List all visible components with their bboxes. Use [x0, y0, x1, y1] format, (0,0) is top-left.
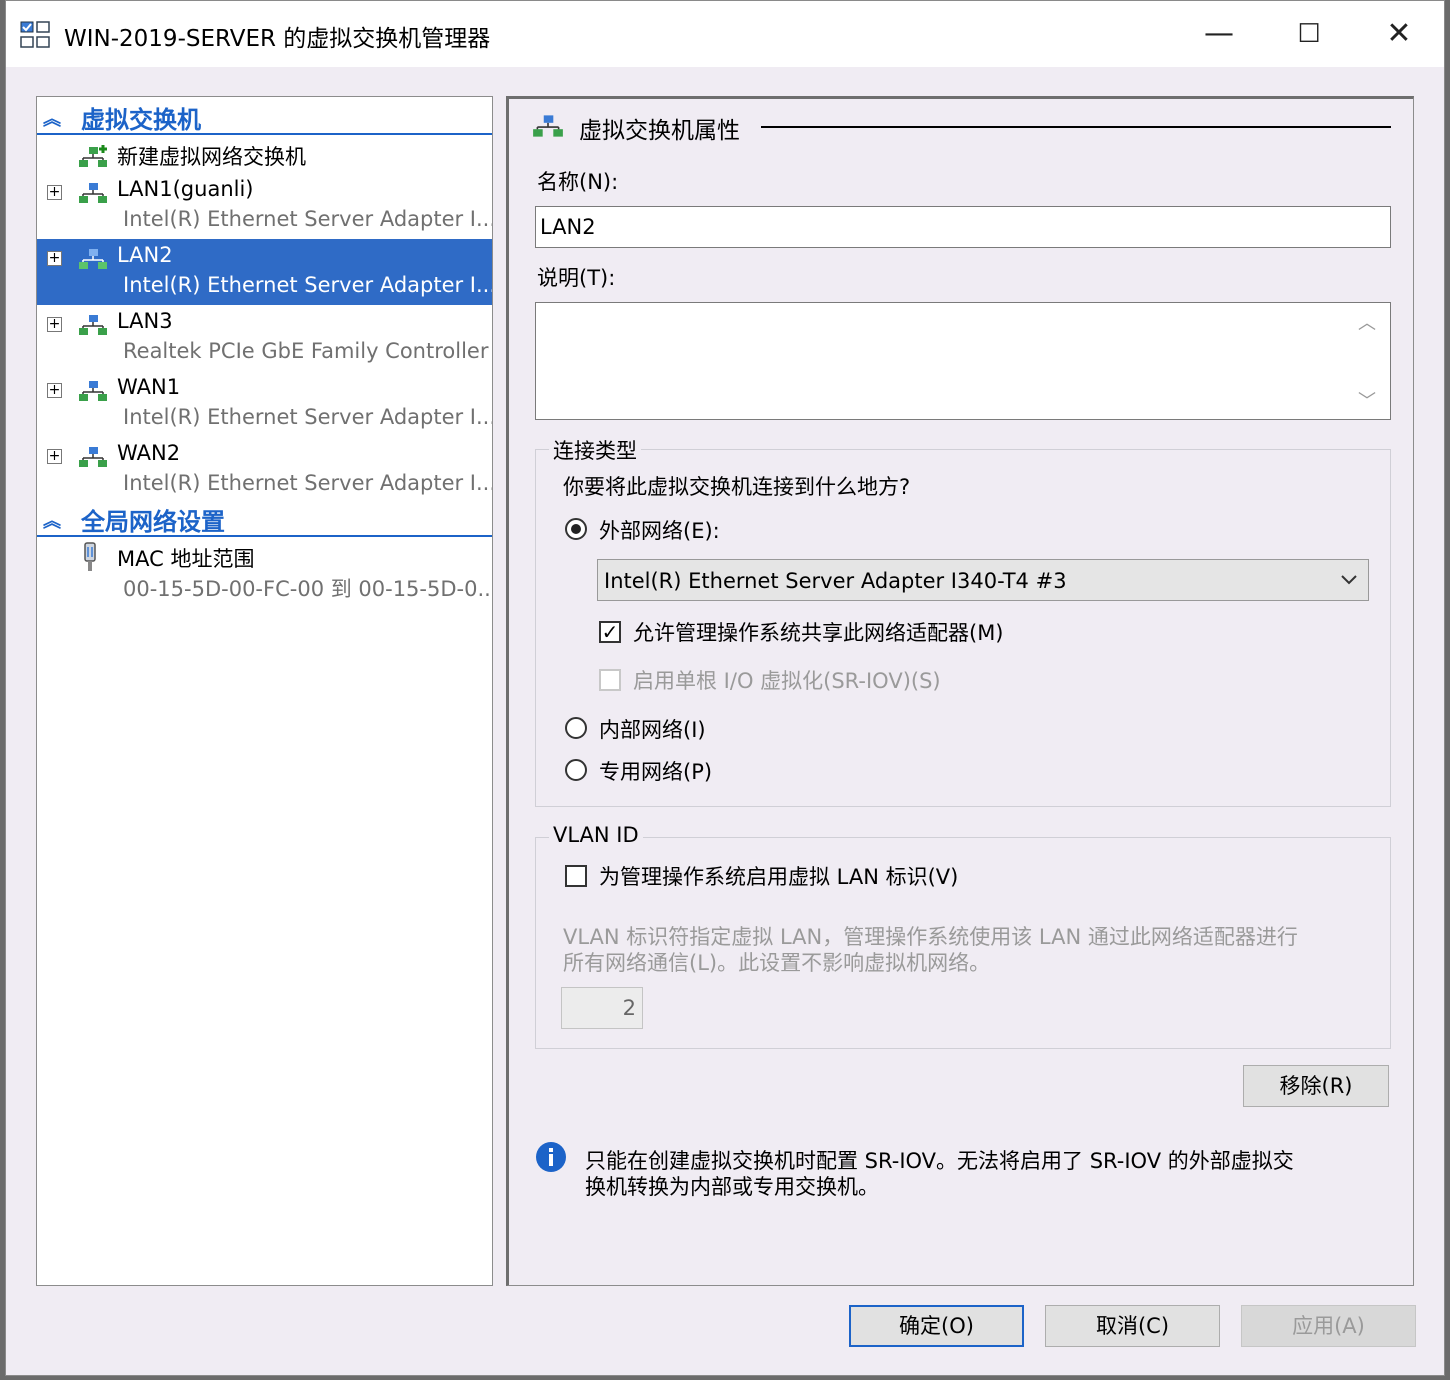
info-icon	[536, 1142, 566, 1172]
maximize-button[interactable]: ☐	[1264, 1, 1354, 67]
new-switch-icon	[79, 145, 107, 167]
scroll-up-icon[interactable]: ︿	[1358, 309, 1376, 335]
switch-tree[interactable]: ︽ 虚拟交换机 新建虚拟网络交换机 + LAN1(guanli) Intel(R…	[36, 96, 493, 1286]
mac-range-node[interactable]: MAC 地址范围 00-15-5D-00-FC-00 到 00-15-5D-0.…	[37, 539, 492, 605]
section-global-network[interactable]: ︽ 全局网络设置	[37, 501, 492, 537]
name-label: 名称(N):	[537, 170, 619, 194]
window-title: WIN-2019-SERVER 的虚拟交换机管理器	[64, 26, 491, 52]
scroll-down-icon[interactable]: ﹀	[1358, 387, 1376, 413]
switch-node-lan1[interactable]: + LAN1(guanli) Intel(R) Ethernet Server …	[37, 173, 492, 239]
adapter-select[interactable]: Intel(R) Ethernet Server Adapter I340-T4…	[597, 559, 1369, 601]
minimize-button[interactable]: —	[1174, 1, 1264, 67]
ok-button[interactable]: 确定(O)	[849, 1305, 1024, 1347]
switch-manager-icon	[20, 21, 50, 48]
external-network-label: 外部网络(E):	[599, 519, 720, 543]
description-label: 说明(T):	[537, 266, 616, 290]
expand-icon[interactable]: +	[47, 383, 62, 398]
vlan-id-field[interactable]: 2	[561, 987, 643, 1029]
sriov-checkbox[interactable]	[599, 669, 621, 691]
cancel-button[interactable]: 取消(C)	[1045, 1305, 1220, 1347]
info-text-line2: 换机转换为内部或专用交换机。	[585, 1175, 879, 1199]
switch-node-lan3[interactable]: + LAN3 Realtek PCIe GbE Family Controlle…	[37, 305, 492, 371]
apply-button[interactable]: 应用(A)	[1241, 1305, 1416, 1347]
chevron-down-icon	[1341, 575, 1357, 585]
allow-mgmt-checkbox[interactable]: ✓	[599, 621, 621, 643]
network-switch-icon	[79, 183, 107, 203]
connection-question: 你要将此虚拟交换机连接到什么地方?	[563, 475, 911, 499]
network-switch-icon	[79, 315, 107, 335]
new-switch-item[interactable]: 新建虚拟网络交换机	[37, 137, 492, 171]
vlan-title: VLAN ID	[549, 823, 643, 847]
network-switch-icon	[79, 381, 107, 401]
private-network-radio[interactable]	[565, 759, 587, 781]
vlan-enable-label: 为管理操作系统启用虚拟 LAN 标识(V)	[599, 865, 959, 889]
external-network-radio[interactable]	[565, 518, 587, 540]
description-field[interactable]: ︿ ﹀	[535, 302, 1391, 420]
remove-button[interactable]: 移除(R)	[1243, 1065, 1389, 1107]
dialog-window: WIN-2019-SERVER 的虚拟交换机管理器 — ☐ ✕ ︽ 虚拟交换机 …	[5, 0, 1445, 1376]
properties-panel: 虚拟交换机属性 名称(N): LAN2 说明(T): ︿ ﹀ 连接类型 你要将此…	[506, 96, 1414, 1286]
collapse-icon[interactable]: ︽	[43, 105, 61, 131]
vlan-description-line2: 所有网络通信(L)。此设置不影响虚拟机网络。	[563, 951, 991, 975]
network-switch-icon	[533, 115, 563, 137]
sriov-label: 启用单根 I/O 虚拟化(SR-IOV)(S)	[633, 669, 941, 693]
switch-node-wan1[interactable]: + WAN1 Intel(R) Ethernet Server Adapter …	[37, 371, 492, 437]
expand-icon[interactable]: +	[47, 449, 62, 464]
internal-network-label: 内部网络(I)	[599, 718, 706, 742]
name-field[interactable]: LAN2	[535, 206, 1391, 248]
switch-node-lan2[interactable]: + LAN2 Intel(R) Ethernet Server Adapter …	[37, 239, 492, 305]
connection-type-title: 连接类型	[549, 435, 641, 465]
mac-address-icon	[84, 542, 96, 571]
private-network-label: 专用网络(P)	[599, 760, 713, 784]
properties-header: 虚拟交换机属性	[579, 118, 740, 144]
expand-icon[interactable]: +	[47, 317, 62, 332]
vlan-enable-checkbox[interactable]	[565, 865, 587, 887]
expand-icon[interactable]: +	[47, 185, 62, 200]
internal-network-radio[interactable]	[565, 717, 587, 739]
network-switch-icon	[79, 447, 107, 467]
title-bar[interactable]: WIN-2019-SERVER 的虚拟交换机管理器 — ☐ ✕	[6, 1, 1444, 67]
expand-icon[interactable]: +	[47, 251, 62, 266]
switch-node-wan2[interactable]: + WAN2 Intel(R) Ethernet Server Adapter …	[37, 437, 492, 503]
allow-mgmt-label: 允许管理操作系统共享此网络适配器(M)	[633, 621, 1004, 645]
section-virtual-switches[interactable]: ︽ 虚拟交换机	[37, 99, 492, 135]
collapse-icon[interactable]: ︽	[43, 507, 61, 533]
close-button[interactable]: ✕	[1354, 1, 1444, 67]
network-switch-icon	[79, 249, 107, 269]
header-divider	[761, 126, 1391, 128]
